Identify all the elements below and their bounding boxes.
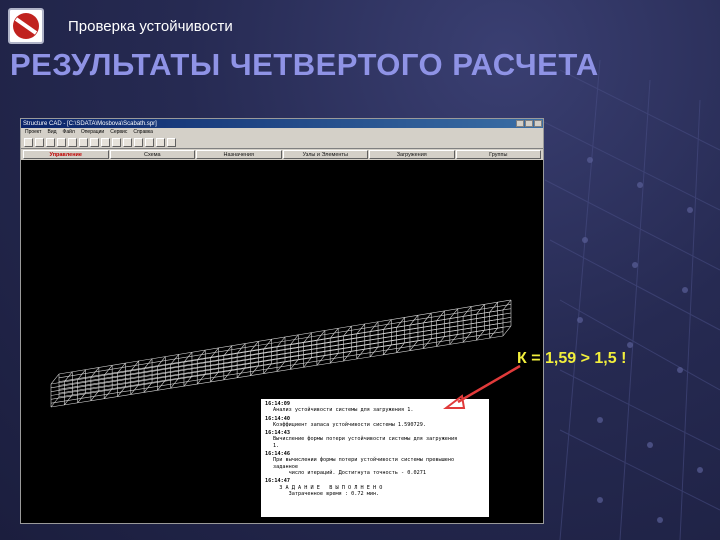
toolbar-button[interactable] <box>145 138 154 147</box>
log-entry: 16:14:46 При вычислении формы потери уст… <box>265 451 485 476</box>
log-text: Коэффициент запаса устойчивости системы … <box>273 421 427 428</box>
menu-item-operations[interactable]: Операции <box>81 129 104 135</box>
wireframe-line <box>489 327 498 339</box>
menu-item-file[interactable]: Файл <box>63 129 75 135</box>
app-window: Structure CAD - [C:\SDATA\Mosbova\Scabat… <box>20 118 544 524</box>
menu-item-view[interactable]: Вид <box>47 129 56 135</box>
log-entry: 16:14:47 З А Д А Н И Е В Ы П О Л Н Е Н О… <box>265 478 485 497</box>
tab-loadings[interactable]: Загружения <box>369 150 455 159</box>
log-text: З А Д А Н И Е В Ы П О Л Н Е Н О Затрачен… <box>279 484 383 497</box>
toolbar-button[interactable] <box>123 138 132 147</box>
slide-title: РЕЗУЛЬТАТЫ ЧЕТВЕРТОГО РАСЧЕТА <box>10 47 599 82</box>
close-button[interactable] <box>534 120 542 127</box>
wireframe-line <box>502 299 512 311</box>
toolbar-button[interactable] <box>90 138 99 147</box>
log-entry: 16:14:43 Вычисление формы потери устойчи… <box>265 430 485 449</box>
toolbar-button[interactable] <box>68 138 77 147</box>
toolbar-button[interactable] <box>134 138 143 147</box>
menu-bar: Проект Вид Файл Операции Сервис Справка <box>21 128 543 136</box>
toolbar-button[interactable] <box>79 138 88 147</box>
output-log: 16:14:09 Анализ устойчивости системы для… <box>261 399 489 517</box>
menu-item-help[interactable]: Справка <box>133 129 153 135</box>
toolbar-button[interactable] <box>46 138 55 147</box>
toolbar-button[interactable] <box>156 138 165 147</box>
toolbar-button[interactable] <box>112 138 121 147</box>
wireframe-line <box>50 373 60 385</box>
log-entry: 16:14:09 Анализ устойчивости системы для… <box>265 401 485 414</box>
toolbar-button[interactable] <box>24 138 33 147</box>
toolbar-button[interactable] <box>57 138 66 147</box>
tab-groups[interactable]: Группы <box>455 150 541 159</box>
tab-control[interactable]: Управление <box>23 150 109 159</box>
logo <box>8 8 44 44</box>
tab-assignments[interactable]: Назначения <box>196 150 282 159</box>
log-text: Анализ устойчивости системы для загружен… <box>273 407 414 414</box>
log-entry: 16:14:40 Коэффициент запаса устойчивости… <box>265 416 485 429</box>
toolbar-button[interactable] <box>167 138 176 147</box>
app-title: Structure CAD - [C:\SDATA\Mosbova\Scabat… <box>23 120 157 127</box>
wireframe-line <box>502 325 512 337</box>
toolbar-button[interactable] <box>35 138 44 147</box>
minimize-button[interactable] <box>516 120 524 127</box>
wireframe-line <box>489 301 498 313</box>
toolbar <box>21 136 543 149</box>
tab-scheme[interactable]: Схема <box>109 150 195 159</box>
menu-item-project[interactable]: Проект <box>25 129 41 135</box>
log-text: При вычислении формы потери устойчивости… <box>273 457 455 476</box>
toolbar-button[interactable] <box>101 138 110 147</box>
maximize-button[interactable] <box>525 120 533 127</box>
beam-wireframe <box>50 299 512 408</box>
stability-coefficient-label: К = 1,59 > 1,5 ! <box>517 350 627 367</box>
tabs-bar: Управление Схема Назначения Узлы и Элеме… <box>21 149 543 160</box>
window-controls <box>516 120 542 127</box>
slide-subtitle: Проверка устойчивости <box>68 18 233 35</box>
log-text: Вычисление формы потери устойчивости сис… <box>273 436 458 449</box>
tab-nodes-elements[interactable]: Узлы и Элементы <box>282 150 368 159</box>
app-title-bar: Structure CAD - [C:\SDATA\Mosbova\Scabat… <box>21 119 543 128</box>
menu-item-service[interactable]: Сервис <box>110 129 127 135</box>
logo-icon <box>13 13 39 39</box>
